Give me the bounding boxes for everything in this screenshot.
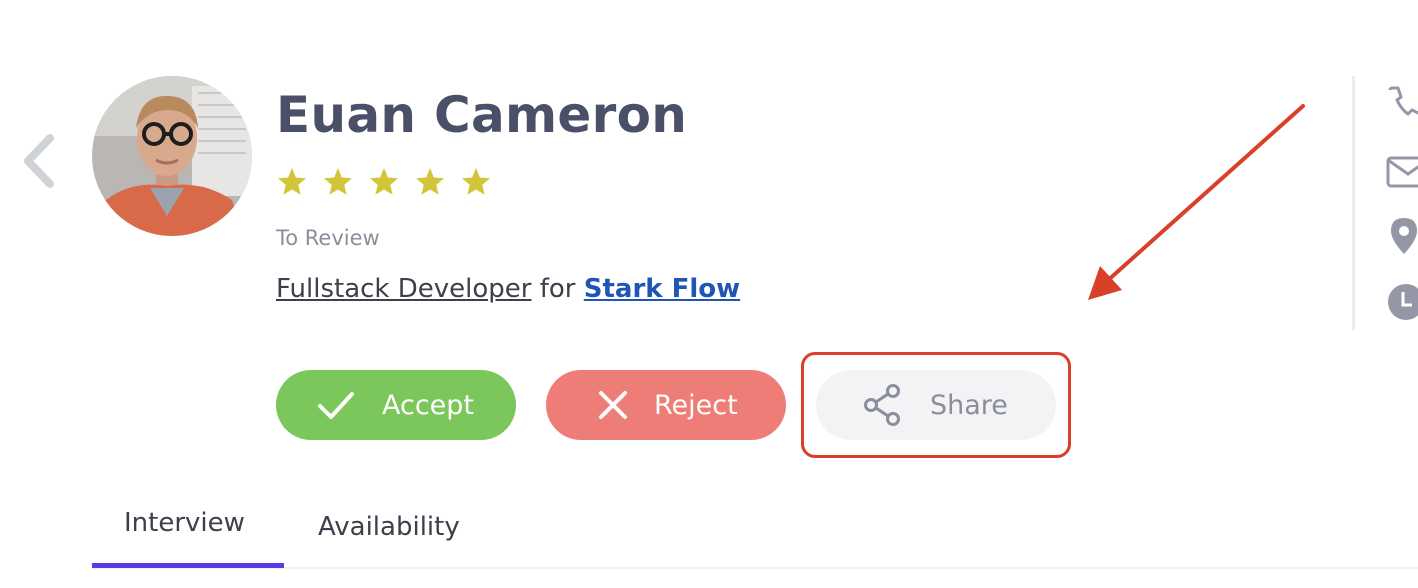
star-icon <box>324 168 352 195</box>
rating-stars <box>276 166 492 198</box>
star-icon <box>462 168 490 195</box>
role-line: Fullstack Developer for Stark Flow <box>276 274 740 304</box>
annotation-highlight-box <box>801 352 1071 458</box>
mail-icon <box>1386 156 1418 188</box>
annotation-arrow-icon <box>1088 104 1305 300</box>
accept-button[interactable]: Accept <box>276 370 516 440</box>
panel-divider <box>1352 76 1355 330</box>
role-link[interactable]: Fullstack Developer <box>276 274 531 304</box>
reject-button[interactable]: Reject <box>546 370 786 440</box>
candidate-status: To Review <box>276 226 380 250</box>
location-pin-icon <box>1391 218 1417 254</box>
back-chevron-icon[interactable] <box>18 134 58 188</box>
reject-label: Reject <box>654 389 738 421</box>
accept-label: Accept <box>382 389 475 421</box>
phone-icon <box>1388 86 1418 116</box>
company-link[interactable]: Stark Flow <box>584 274 740 304</box>
tab-availability[interactable]: Availability <box>318 512 460 542</box>
star-icon <box>278 168 306 195</box>
tabs-divider <box>92 567 1418 569</box>
clock-icon <box>1388 284 1418 320</box>
role-connector: for <box>539 274 576 304</box>
tab-interview[interactable]: Interview <box>124 508 245 538</box>
star-icon <box>370 168 398 195</box>
checkmark-icon <box>318 392 354 419</box>
active-tab-indicator <box>92 563 284 568</box>
star-icon <box>416 168 444 195</box>
candidate-name: Euan Cameron <box>276 86 688 144</box>
candidate-avatar <box>92 76 252 236</box>
close-icon <box>599 391 627 419</box>
